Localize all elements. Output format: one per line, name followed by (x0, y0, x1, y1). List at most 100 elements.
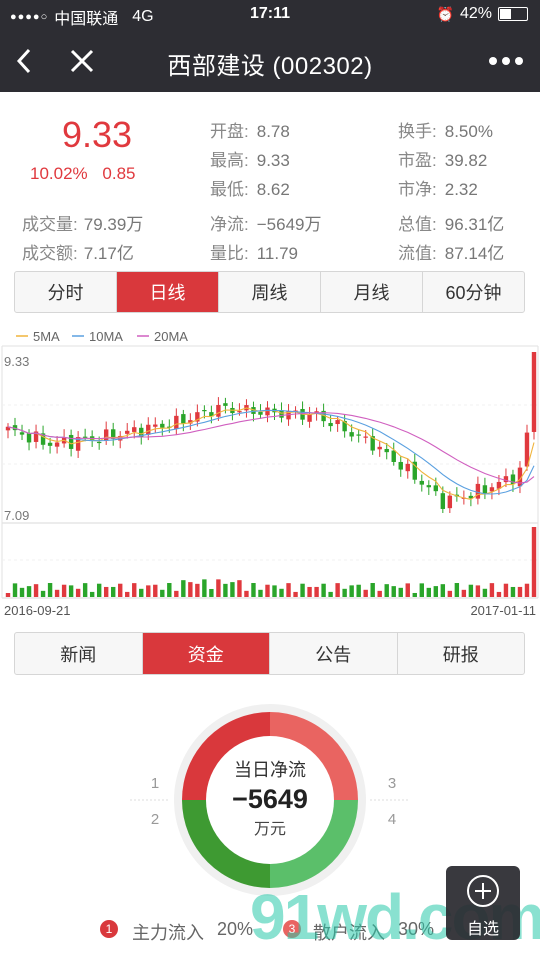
volume-bar (272, 585, 277, 597)
netflow-stat: 净流: −5649万 (210, 210, 321, 235)
quadrant-label-3: 3 (388, 775, 396, 792)
volume-bar (363, 589, 368, 597)
chart-period-tabs: 分时 日线 周线 月线 60分钟 (14, 271, 525, 313)
volume-bar (279, 588, 284, 597)
candle-body (258, 411, 263, 415)
volume-bar (293, 591, 298, 597)
tab-monthly[interactable]: 月线 (321, 272, 423, 312)
change-percent: 10.02% (30, 164, 88, 183)
candle-body (426, 485, 431, 488)
candle-body (265, 407, 270, 416)
volume-bar (377, 590, 382, 597)
high-label: 最高: (210, 151, 249, 170)
add-watchlist-button[interactable]: 自选 (446, 866, 520, 940)
volume-bar (307, 586, 312, 597)
candle-body (216, 404, 221, 417)
tab-research[interactable]: 研报 (398, 633, 525, 674)
tab-weekly[interactable]: 周线 (219, 272, 321, 312)
turnover-value: 8.50% (444, 122, 493, 141)
volume-bar (251, 583, 256, 597)
tab-announcements[interactable]: 公告 (270, 633, 398, 674)
volume-bar (258, 589, 263, 597)
ma-line-10ma (7, 409, 535, 495)
volume-bar (188, 582, 193, 597)
netflow-value: −5649万 (256, 215, 322, 234)
kline-chart[interactable]: 5MA 10MA 20MA 9.33 7.09 2016-09-21 2017-01… (0, 318, 540, 623)
ma-legend: 5MA 10MA 20MA (16, 329, 188, 344)
watchlist-label: 自选 (466, 921, 499, 938)
ma-line-20ma (7, 412, 535, 484)
donut-title: 当日净流 (234, 760, 306, 780)
volume-bar (75, 588, 81, 597)
volume-bar (286, 583, 291, 597)
volume-bar (125, 591, 130, 597)
volume-stat: 成交量: 79.39万 (22, 210, 143, 235)
volume-bar (160, 589, 165, 597)
volume-bar (370, 583, 375, 597)
mktcap-value: 96.31亿 (444, 215, 505, 234)
mktcap-label: 总值: (398, 215, 437, 234)
volume-bar (489, 583, 495, 597)
candle-body (82, 436, 88, 438)
volume-bar (146, 585, 151, 597)
change-amount: 0.85 (102, 164, 136, 183)
volume-bar (391, 586, 396, 597)
volume-bar (96, 583, 102, 597)
volume-bar (54, 589, 60, 597)
candle-body (223, 403, 228, 406)
volume-bar (118, 583, 123, 597)
tab-daily[interactable]: 日线 (117, 272, 219, 312)
more-button[interactable] (484, 44, 528, 78)
volume-bar (503, 583, 509, 597)
volratio-stat: 量比: 11.79 (210, 239, 298, 264)
candle-body (433, 485, 439, 492)
current-price: 9.33 (62, 114, 133, 155)
legend-label: 10MA (89, 329, 123, 344)
candle-body (356, 434, 361, 436)
volume-bar (111, 586, 116, 597)
candle-body (103, 429, 109, 441)
tab-capital[interactable]: 资金 (142, 633, 270, 674)
volume-bar (440, 584, 446, 597)
battery-icon (498, 7, 528, 21)
volume-bar (167, 583, 172, 597)
turnover-stat: 换手: 8.50% (398, 117, 493, 142)
candle-body (363, 436, 368, 438)
volume-bar (475, 585, 481, 597)
volume-bar (524, 583, 530, 597)
battery-percent: 42% (459, 5, 492, 22)
candle-body (174, 415, 179, 430)
candle-body (125, 430, 130, 434)
candle-body (489, 487, 495, 492)
volume-bar (139, 588, 144, 597)
volume-bar (61, 584, 67, 597)
main-flow-percent: 20% (217, 919, 254, 939)
candle-body (419, 480, 424, 485)
volume-bar (5, 593, 11, 597)
volume-bar (202, 579, 207, 597)
tab-intraday[interactable]: 分时 (15, 272, 117, 312)
volume-bar (103, 586, 109, 597)
tab-news[interactable]: 新闻 (15, 633, 143, 674)
candle-body (54, 442, 60, 447)
tab-60min[interactable]: 60分钟 (423, 272, 524, 312)
candle-body (335, 420, 340, 425)
volume-bar (398, 587, 403, 597)
candle-body (160, 423, 165, 428)
low-value: 8.62 (256, 180, 290, 199)
turnover-label: 换手: (398, 122, 437, 141)
candle-body (307, 414, 312, 422)
float-stat: 流值: 87.14亿 (398, 239, 504, 264)
volume-bar (132, 583, 137, 597)
price-change: 10.02% 0.85 (30, 164, 136, 184)
y-min-label: 7.09 (4, 508, 29, 523)
volume-bar (454, 583, 460, 597)
high-value: 9.33 (256, 151, 290, 170)
volume-bar (181, 580, 186, 597)
volume-bar (426, 587, 431, 597)
pe-stat: 市盈: 39.82 (398, 146, 487, 171)
candle-body (349, 432, 354, 437)
volume-value: 79.39万 (83, 215, 144, 234)
open-value: 8.78 (256, 122, 290, 141)
volume-bar (412, 592, 417, 597)
